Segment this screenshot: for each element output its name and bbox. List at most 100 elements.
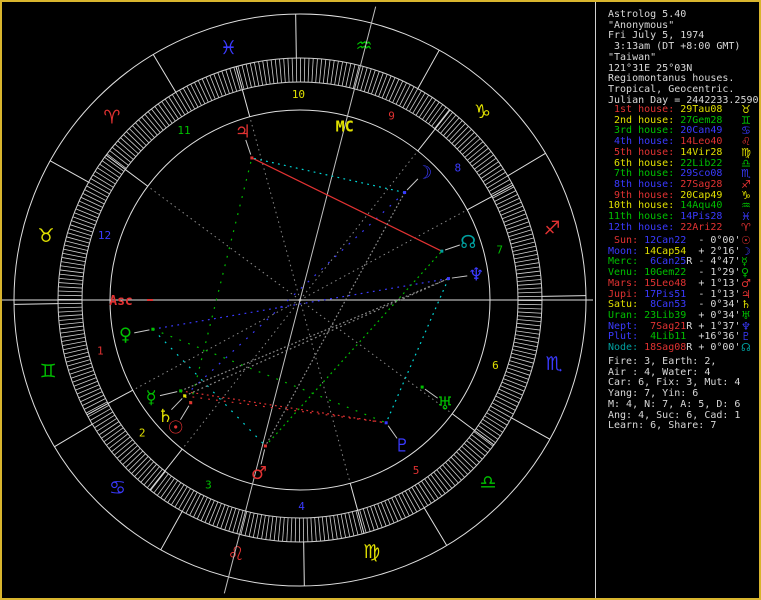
degree-tick <box>69 224 93 233</box>
stats-line: Ang: 4, Suc: 6, Cad: 1 <box>608 409 741 421</box>
degree-tick <box>74 212 97 222</box>
plut-glyph-icon: ♇ <box>394 436 410 457</box>
house-cusp-line <box>86 389 134 416</box>
degree-tick <box>517 319 542 323</box>
sign-sag-icon: ♐ <box>543 217 560 239</box>
house-cusp-line <box>181 299 301 450</box>
degree-tick <box>265 515 270 540</box>
degree-tick <box>291 58 294 83</box>
degree-tick <box>270 59 275 84</box>
degree-tick <box>503 378 526 388</box>
degree-tick <box>59 325 84 330</box>
moon-glyph-icon: ☽ <box>416 162 432 183</box>
degree-tick <box>78 387 101 399</box>
degree-tick <box>384 500 395 524</box>
degree-tick <box>501 381 525 392</box>
sign-boundary <box>152 54 177 93</box>
degree-tick <box>73 377 97 387</box>
aspect-quincunx-line <box>184 278 449 397</box>
degree-tick <box>58 314 83 317</box>
stats-line: Fire: 3, Earth: 2, <box>608 356 717 367</box>
degree-tick <box>395 82 407 105</box>
planet-row: Merc: 6Can25R - 4°47' <box>608 256 741 268</box>
node-position-dot <box>440 249 444 253</box>
house-cusp-line <box>147 185 301 301</box>
degree-tick <box>204 500 215 523</box>
header-line: 3:13am (DT +8:00 GMT) <box>608 41 741 53</box>
degree-tick <box>277 517 281 542</box>
degree-tick <box>261 515 266 539</box>
sign-boundary <box>507 152 546 177</box>
degree-tick <box>516 322 541 327</box>
header-line: Astrolog 5.40 <box>608 9 687 20</box>
degree-tick <box>212 503 222 526</box>
degree-tick <box>229 68 238 92</box>
degree-tick <box>514 337 539 343</box>
degree-tick <box>63 248 87 255</box>
stats-line: Learn: 6, Share: 7 <box>608 420 717 432</box>
house-number-5: 5 <box>413 464 420 477</box>
degree-tick <box>69 366 93 375</box>
degree-tick <box>80 391 103 403</box>
degree-tick <box>262 60 267 85</box>
degree-tick <box>398 494 410 517</box>
degree-tick <box>72 373 96 383</box>
stats-line: Yang: 7, Yin: 6 <box>608 388 699 400</box>
house-row: 7th house: 29Sco08 <box>608 168 723 180</box>
house-number-6: 6 <box>492 359 499 372</box>
degree-tick <box>82 193 105 205</box>
mars-glyph-icon: ♂ <box>251 463 267 484</box>
degree-tick <box>225 69 234 93</box>
degree-tick <box>59 321 84 326</box>
degree-tick <box>86 185 108 198</box>
planet-row: Uran: 23Lib39 + 0°34' <box>608 309 741 321</box>
degree-tick <box>197 80 209 103</box>
aspect-opposition-line <box>184 192 406 397</box>
degree-tick <box>186 85 199 108</box>
moon-position-dot <box>403 191 407 195</box>
planet-row: Venu: 10Gem22 - 1°29' <box>608 267 741 279</box>
house-cusp-line <box>235 66 251 117</box>
sign-sco-icon: ♏ <box>546 353 563 375</box>
header-line: Tropical, Geocentric. <box>608 83 735 95</box>
node-glyph-icon: ☊ <box>460 232 476 253</box>
degree-tick <box>385 77 396 100</box>
degree-tick <box>401 492 414 515</box>
degree-tick <box>75 208 99 219</box>
degree-tick <box>59 273 84 278</box>
house-number-9: 9 <box>388 109 395 122</box>
degree-tick <box>287 58 290 83</box>
degree-tick <box>258 61 264 86</box>
degree-tick <box>493 399 516 411</box>
planet-row: Plut: 4Lib11 +16°36' <box>608 331 741 343</box>
degree-tick <box>58 310 83 313</box>
degree-tick <box>83 398 106 410</box>
planet-pointer-line <box>424 388 438 399</box>
degree-tick <box>329 515 334 540</box>
degree-tick <box>306 517 309 542</box>
degree-tick <box>381 75 392 99</box>
degree-tick <box>508 363 532 372</box>
degree-tick <box>517 315 542 318</box>
degree-tick <box>402 86 415 108</box>
degree-tick <box>337 61 343 86</box>
degree-tick <box>189 493 201 516</box>
degree-tick <box>84 189 107 201</box>
degree-tick <box>228 508 237 532</box>
header-line: "Taiwan" <box>608 51 657 63</box>
planet-row: Sun: 12Can22 - 0°00' <box>608 235 741 246</box>
degree-tick <box>269 516 274 541</box>
degree-tick <box>492 186 515 199</box>
header-line: Regiomontanus houses. <box>608 73 735 85</box>
house-cusp-line <box>466 184 514 211</box>
aspect-quincunx-line <box>180 278 449 392</box>
degree-tick <box>80 196 103 208</box>
planet-pointer-line <box>451 275 468 279</box>
sign-ari-icon: ♈ <box>103 107 120 129</box>
degree-tick <box>249 63 256 87</box>
degree-tick <box>318 517 321 542</box>
plut-position-dot <box>384 421 388 425</box>
stats-line: M: 4, N: 7, A: 5, D: 6 <box>608 398 741 410</box>
degree-tick <box>370 506 379 530</box>
degree-tick <box>62 340 86 347</box>
